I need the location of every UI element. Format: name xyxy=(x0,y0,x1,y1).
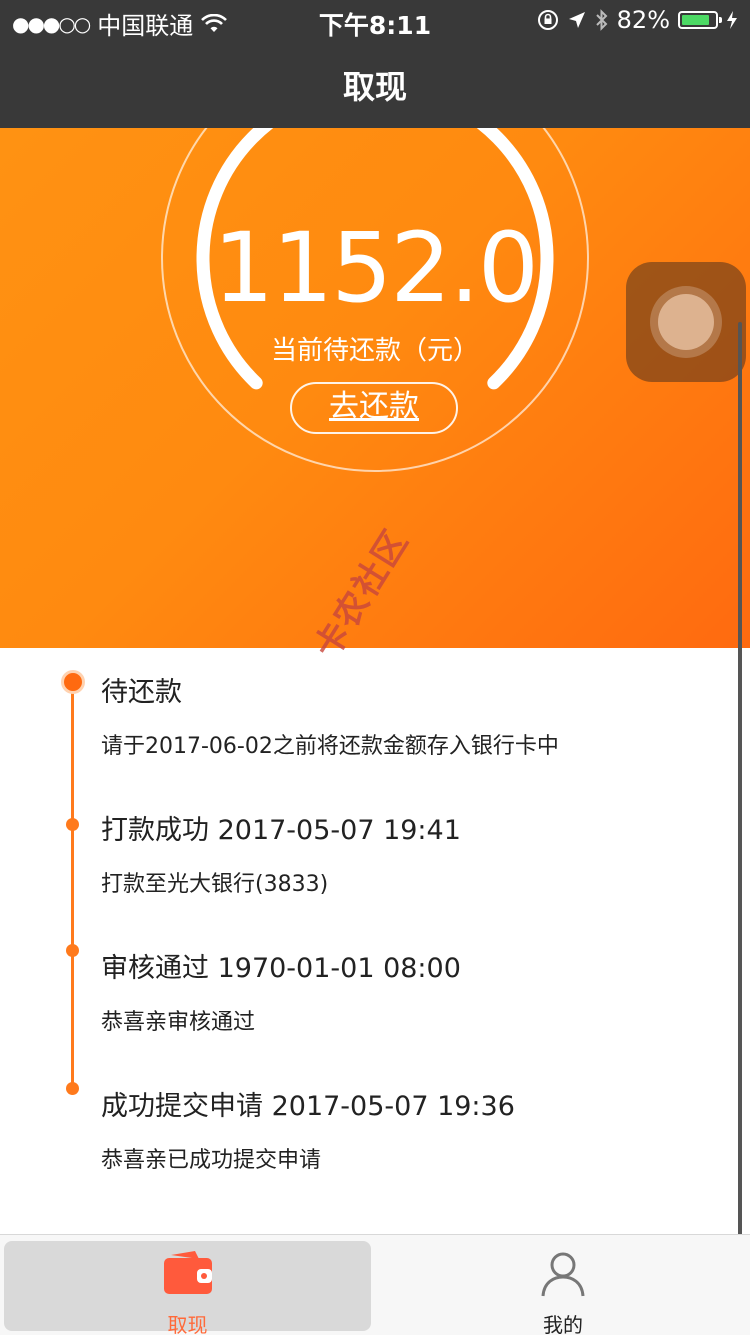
timeline-desc: 打款至光大银行(3833) xyxy=(101,872,329,897)
timeline-desc: 恭喜亲已成功提交申请 xyxy=(101,1148,322,1173)
timeline-title: 待还款 xyxy=(101,677,182,708)
battery-icon xyxy=(678,11,722,29)
timeline-title: 打款成功 2017-05-07 19:41 xyxy=(101,815,461,846)
top-bar: ●●●○○ 中国联通 下午8:11 82% 取现 xyxy=(0,0,750,128)
timeline-title: 审核通过 1970-01-01 08:00 xyxy=(101,953,461,984)
timeline-title: 成功提交申请 2017-05-07 19:36 xyxy=(101,1091,515,1122)
timeline-dot xyxy=(66,944,79,957)
timeline-dot-active xyxy=(61,670,85,694)
rotation-lock-icon xyxy=(537,10,558,30)
timeline-dot xyxy=(66,818,79,831)
tab-mine[interactable]: 我的 xyxy=(380,1241,746,1337)
tab-withdraw[interactable]: 取现 xyxy=(4,1241,371,1337)
status-right: 82% xyxy=(537,6,738,34)
wallet-icon xyxy=(163,1251,212,1294)
status-bar: ●●●○○ 中国联通 下午8:11 82% xyxy=(0,0,750,42)
scroll-indicator[interactable] xyxy=(738,322,742,1236)
timeline-desc: 请于2017-06-02之前将还款金额存入银行卡中 xyxy=(101,734,559,759)
timeline-desc: 恭喜亲审核通过 xyxy=(101,1010,256,1035)
timeline-dot xyxy=(66,1082,79,1095)
assistive-touch-button[interactable] xyxy=(626,262,746,382)
bluetooth-icon xyxy=(595,9,608,31)
repay-button[interactable]: 去还款 xyxy=(290,382,458,434)
location-icon xyxy=(568,12,585,28)
tab-bar: 取现 我的 xyxy=(0,1234,750,1337)
timeline-line xyxy=(71,684,74,1088)
page-title: 取现 xyxy=(342,68,407,106)
repayment-timeline: 待还款 请于2017-06-02之前将还款金额存入银行卡中 打款成功 2017-… xyxy=(0,648,750,1234)
battery-percent: 82% xyxy=(616,6,670,34)
user-icon xyxy=(541,1252,585,1297)
charging-icon xyxy=(727,11,737,29)
